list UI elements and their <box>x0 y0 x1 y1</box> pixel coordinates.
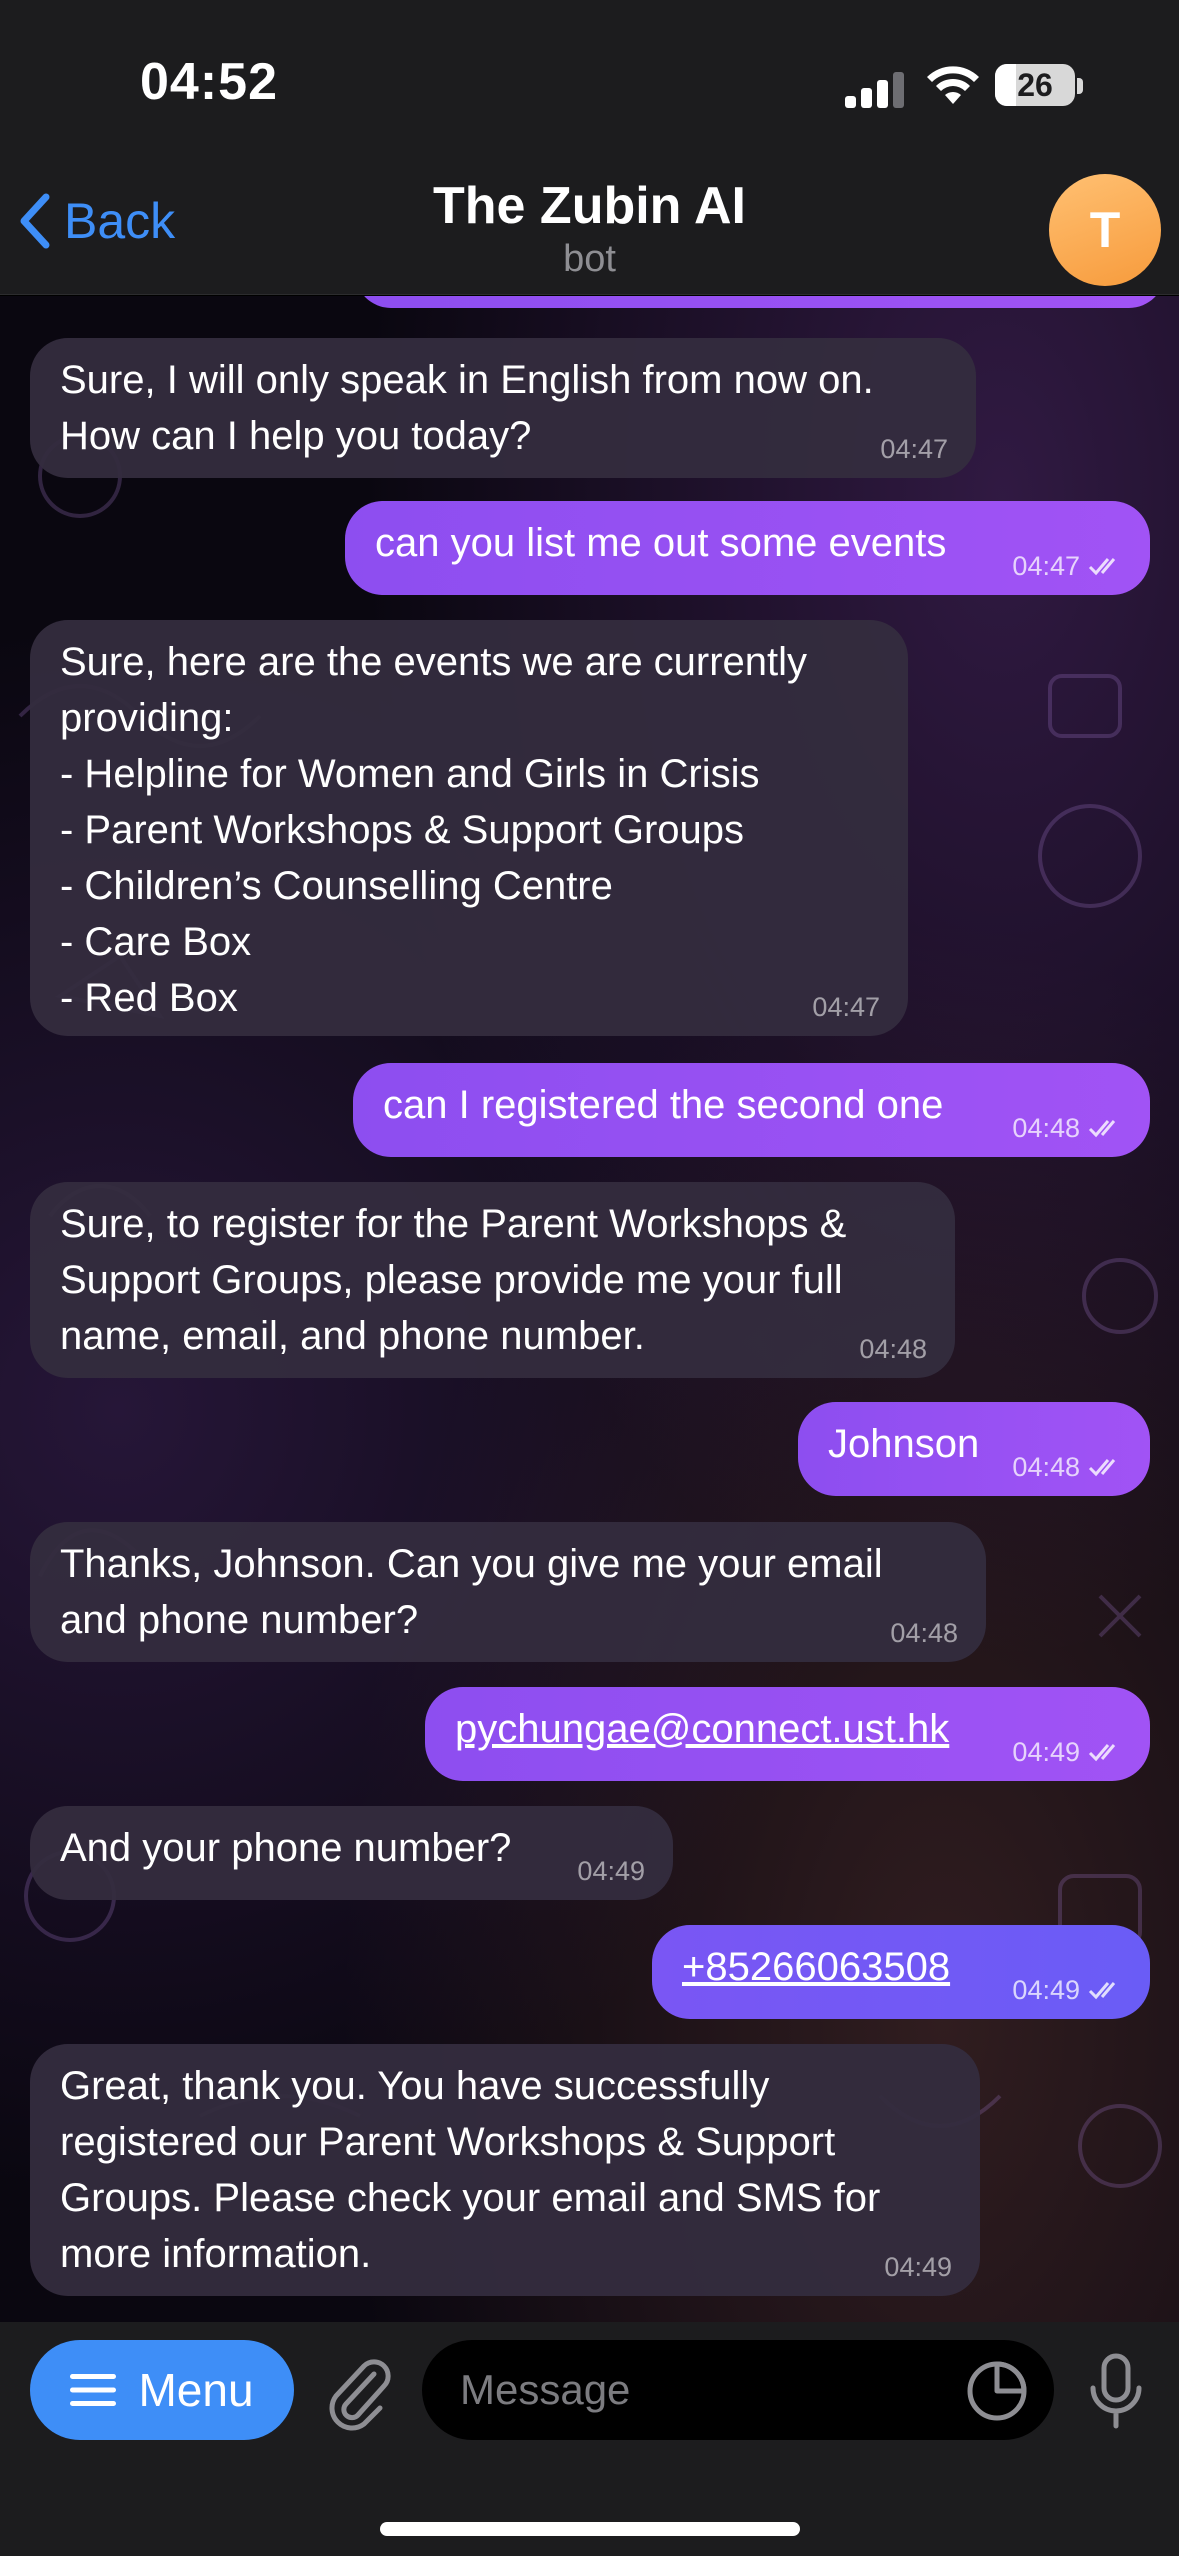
message-time: 04:48 <box>890 1618 958 1648</box>
message-bubble-outgoing[interactable]: can you list me out some events 04:47 <box>345 501 1150 595</box>
message-time: 04:49 <box>1012 1975 1080 2005</box>
message-time: 04:49 <box>1012 1737 1080 1767</box>
message-field[interactable] <box>422 2340 1054 2440</box>
message-text: Sure, to register for the Parent Worksho… <box>60 1202 847 1358</box>
hamburger-icon <box>70 2374 117 2406</box>
battery-level: 26 <box>1017 67 1053 103</box>
message-time: 04:48 <box>859 1334 927 1364</box>
read-checkmarks-icon <box>1088 1120 1116 1138</box>
chat-title[interactable]: The Zubin AI <box>0 176 1179 236</box>
status-time: 04:52 <box>140 53 278 111</box>
message-bubble-incoming[interactable]: Sure, here are the events we are current… <box>30 620 908 1036</box>
message-bubble-outgoing[interactable]: pychungae@connect.ust.hk 04:49 <box>425 1687 1150 1781</box>
chat-area[interactable]: Sure, I will only speak in English from … <box>0 296 1179 2322</box>
wifi-icon <box>927 66 979 104</box>
battery-fill <box>995 64 1016 106</box>
battery-tip <box>1077 78 1083 94</box>
message-bubble-incoming[interactable]: Sure, I will only speak in English from … <box>30 338 976 478</box>
message-bubble-partial <box>355 296 1165 308</box>
microphone-icon[interactable] <box>1085 2352 1147 2432</box>
message-time: 04:47 <box>812 992 880 1022</box>
read-checkmarks-icon <box>1088 1982 1116 2000</box>
paperclip-icon[interactable] <box>322 2352 394 2432</box>
menu-label: Menu <box>138 2364 254 2416</box>
message-bubble-outgoing[interactable]: can I registered the second one 04:48 <box>353 1063 1150 1157</box>
message-time: 04:47 <box>1012 551 1080 581</box>
message-time: 04:48 <box>1012 1452 1080 1482</box>
chat-subtitle: bot <box>563 238 616 280</box>
message-bubble-incoming[interactable]: Sure, to register for the Parent Worksho… <box>30 1182 955 1378</box>
message-text: can I registered the second one <box>383 1083 944 1127</box>
message-text: Sure, I will only speak in English from … <box>60 358 874 458</box>
sticker-icon[interactable] <box>966 2360 1028 2422</box>
message-bubble-incoming[interactable]: Great, thank you. You have successfully … <box>30 2044 980 2296</box>
menu-button[interactable]: Menu <box>30 2340 294 2440</box>
read-checkmarks-icon <box>1088 558 1116 576</box>
battery-icon: 26 <box>995 64 1075 106</box>
message-text: Thanks, Johnson. Can you give me your em… <box>60 1542 883 1642</box>
message-time: 04:48 <box>1012 1113 1080 1143</box>
message-bubble-outgoing[interactable]: +85266063508 04:49 <box>652 1925 1150 2019</box>
signal-icon <box>845 72 905 108</box>
message-text: can you list me out some events <box>375 521 947 565</box>
message-bubble-incoming[interactable]: And your phone number? 04:49 <box>30 1806 673 1900</box>
message-time: 04:49 <box>577 1856 645 1886</box>
message-input-bar: Menu <box>0 2322 1179 2556</box>
message-text: And your phone number? <box>60 1826 512 1870</box>
read-checkmarks-icon <box>1088 1459 1116 1477</box>
message-text: Great, thank you. You have successfully … <box>60 2064 881 2276</box>
home-indicator <box>380 2522 800 2536</box>
message-time: 04:49 <box>884 2252 952 2282</box>
message-time: 04:47 <box>880 434 948 464</box>
message-text: Sure, here are the events we are current… <box>60 640 808 1020</box>
message-input[interactable] <box>460 2366 940 2414</box>
message-bubble-incoming[interactable]: Thanks, Johnson. Can you give me your em… <box>30 1522 986 1662</box>
message-bubble-outgoing[interactable]: Johnson 04:48 <box>798 1402 1150 1496</box>
bot-avatar[interactable]: T <box>1049 174 1161 286</box>
chat-header: Back The Zubin AI bot T <box>0 170 1179 295</box>
read-checkmarks-icon <box>1088 1744 1116 1762</box>
status-bar: 04:52 26 <box>0 0 1179 170</box>
